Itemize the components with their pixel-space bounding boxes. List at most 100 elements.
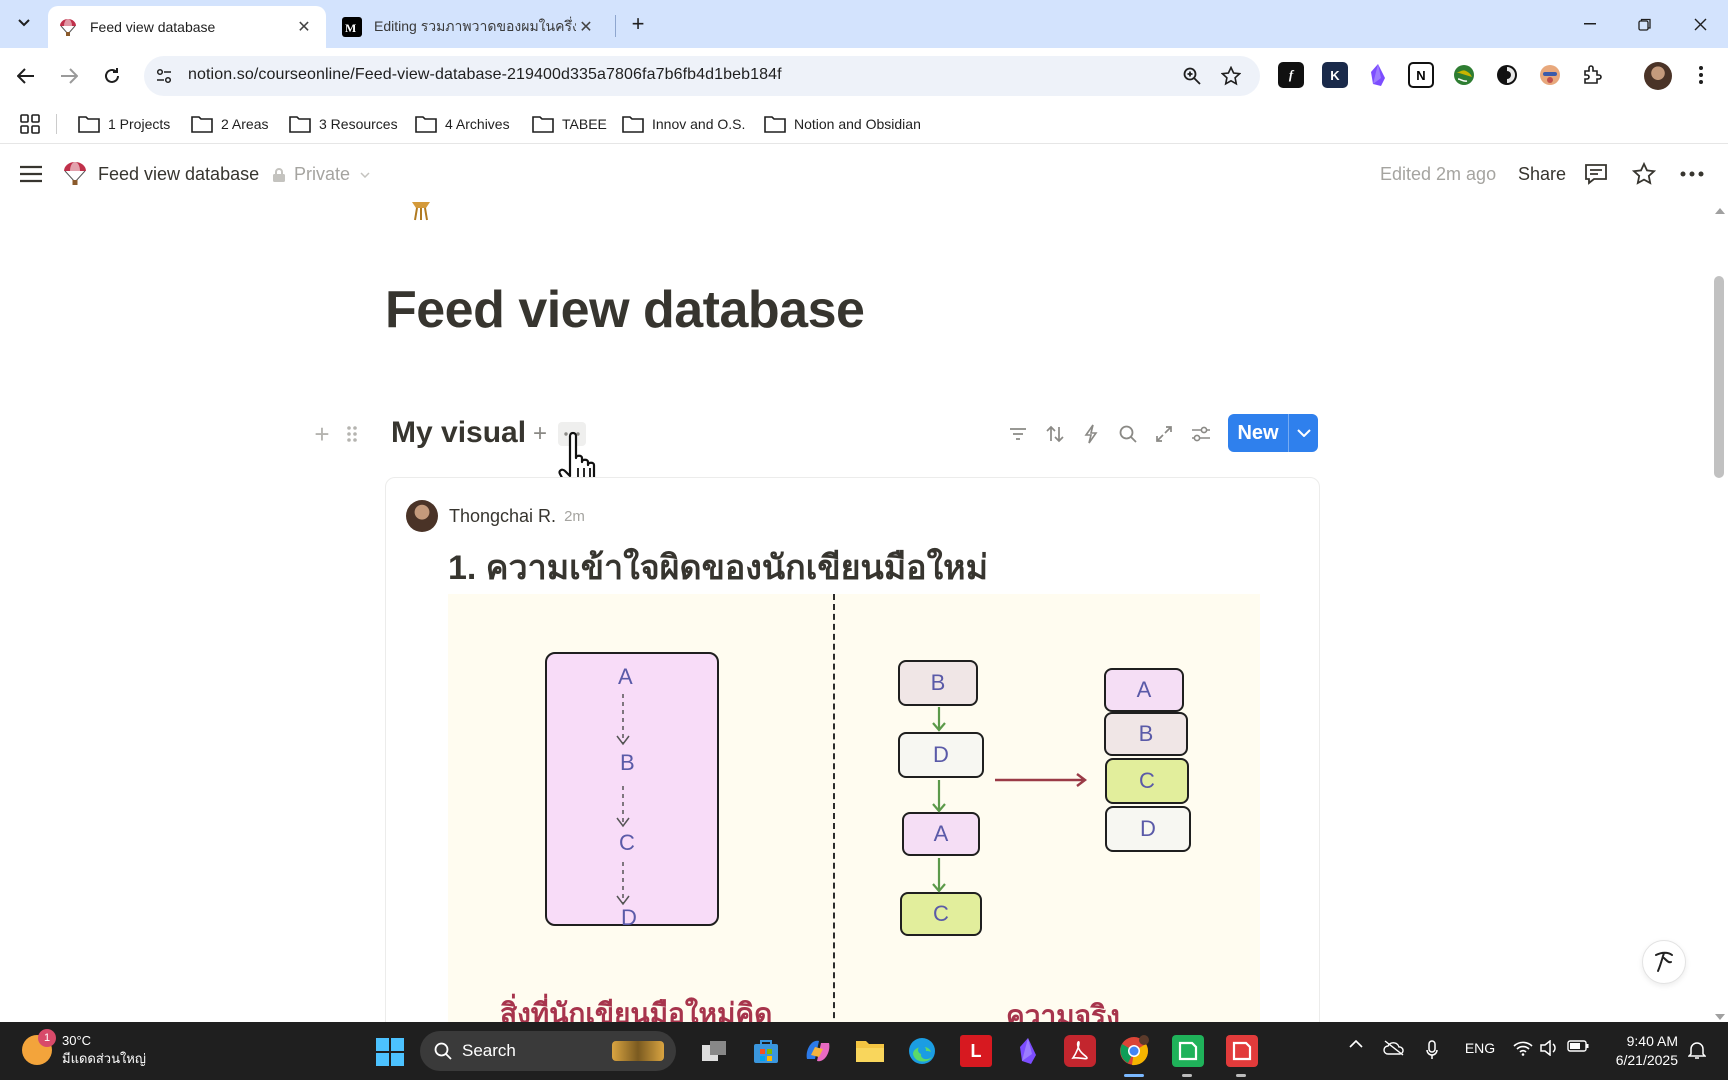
close-tab-icon[interactable]: ✕ bbox=[294, 17, 314, 37]
tab-search-chevron-icon[interactable] bbox=[10, 9, 38, 37]
bookmark-folder-notion-obsidian[interactable]: Notion and Obsidian bbox=[764, 112, 921, 136]
extension-avatar-icon[interactable] bbox=[1537, 62, 1563, 88]
share-button[interactable]: Share bbox=[1518, 164, 1566, 185]
weather-description: มีแดดส่วนใหญ่ bbox=[62, 1051, 146, 1066]
close-tab-icon[interactable]: ✕ bbox=[576, 17, 596, 37]
post-author: Thongchai R. 2m bbox=[406, 500, 585, 532]
microphone-icon[interactable] bbox=[1422, 1040, 1442, 1060]
extension-globe-icon[interactable] bbox=[1451, 62, 1477, 88]
add-view-plus-icon[interactable]: + bbox=[528, 420, 552, 447]
wifi-icon[interactable] bbox=[1512, 1040, 1534, 1056]
copilot-icon[interactable] bbox=[802, 1035, 834, 1067]
folder-icon bbox=[764, 116, 786, 133]
extension-obsidian-icon[interactable] bbox=[1365, 62, 1391, 88]
new-button-label: New bbox=[1237, 421, 1279, 444]
restore-icon[interactable] bbox=[1617, 0, 1671, 48]
chevron-down-icon[interactable] bbox=[1289, 429, 1318, 437]
file-explorer-icon[interactable] bbox=[854, 1035, 886, 1067]
tray-overflow-chevron-icon[interactable] bbox=[1346, 1040, 1366, 1048]
bookmark-folder-3-resources[interactable]: 3 Resources bbox=[289, 112, 398, 136]
bookmark-folder-4-archives[interactable]: 4 Archives bbox=[415, 112, 510, 136]
page-emoji-partial-icon[interactable] bbox=[410, 200, 432, 222]
volume-icon[interactable] bbox=[1538, 1040, 1560, 1056]
bookmark-folder-tabee[interactable]: TABEE bbox=[532, 112, 607, 136]
site-settings-icon[interactable] bbox=[154, 66, 174, 86]
extension-dark-circle-icon[interactable] bbox=[1494, 62, 1520, 88]
tab-editing-medium[interactable]: M Editing รวมภาพวาดของผมในครึ่งปีแรก ✕ bbox=[330, 6, 608, 48]
pdf-reader-icon[interactable] bbox=[1064, 1035, 1096, 1067]
page-scrollbar-thumb[interactable] bbox=[1714, 276, 1724, 478]
sort-icon[interactable] bbox=[1043, 422, 1067, 446]
breadcrumb-page-title[interactable]: Feed view database bbox=[98, 164, 259, 185]
author-name[interactable]: Thongchai R. bbox=[449, 506, 556, 527]
database-title[interactable]: My visual bbox=[391, 416, 526, 450]
windows-start-icon[interactable] bbox=[376, 1038, 404, 1066]
view-more-options-icon[interactable] bbox=[558, 422, 586, 446]
address-bar[interactable]: notion.so/courseonline/Feed-view-databas… bbox=[144, 56, 1260, 96]
extension-fx-icon[interactable]: f bbox=[1278, 62, 1304, 88]
bookmark-folder-1-projects[interactable]: 1 Projects bbox=[78, 112, 170, 136]
post-image-diagram[interactable]: A B C D B D A C A B C D สิ่งที่นักเขียนม… bbox=[448, 594, 1260, 1036]
search-icon[interactable] bbox=[1116, 422, 1140, 446]
notion-ai-assistant-icon[interactable] bbox=[1642, 940, 1686, 984]
new-tab-plus-icon[interactable]: + bbox=[624, 10, 652, 38]
favorite-star-icon[interactable] bbox=[1630, 160, 1658, 188]
feed-post-card[interactable]: Thongchai R. 2m 1. ความเข้าใจผิดของนักเข… bbox=[385, 477, 1320, 1037]
minimize-icon[interactable] bbox=[1563, 0, 1617, 48]
view-settings-sliders-icon[interactable] bbox=[1189, 422, 1213, 446]
page-title[interactable]: Feed view database bbox=[385, 280, 865, 340]
edge-browser-icon[interactable] bbox=[906, 1035, 938, 1067]
system-clock[interactable]: 9:40 AM 6/21/2025 bbox=[1598, 1032, 1678, 1070]
medium-icon: M bbox=[342, 17, 362, 37]
browser-menu-kebab-icon[interactable] bbox=[1688, 62, 1714, 88]
task-view-icon[interactable] bbox=[698, 1035, 730, 1067]
tab-feed-view-database[interactable]: Feed view database ✕ bbox=[48, 6, 326, 48]
filter-icon[interactable] bbox=[1006, 422, 1030, 446]
extension-notion-icon[interactable]: N bbox=[1408, 62, 1434, 88]
sidebar-menu-icon[interactable] bbox=[18, 162, 44, 186]
notifications-bell-icon[interactable] bbox=[1684, 1040, 1710, 1060]
more-options-icon[interactable] bbox=[1678, 160, 1706, 188]
expand-fullscreen-icon[interactable] bbox=[1152, 422, 1176, 446]
forward-arrow-icon[interactable] bbox=[55, 62, 83, 90]
profile-avatar[interactable] bbox=[1644, 62, 1672, 90]
post-title[interactable]: 1. ความเข้าใจผิดของนักเขียนมือใหม่ bbox=[448, 540, 988, 594]
drag-handle-icon[interactable] bbox=[340, 422, 364, 446]
privacy-dropdown[interactable]: Private bbox=[272, 164, 370, 185]
reload-icon[interactable] bbox=[98, 62, 126, 90]
zoom-magnifier-icon[interactable] bbox=[1180, 64, 1204, 88]
apps-grid-icon[interactable] bbox=[20, 112, 48, 136]
clock-date: 6/21/2025 bbox=[1615, 1052, 1678, 1068]
taskbar-search-box[interactable]: Search bbox=[420, 1031, 676, 1071]
folder-icon bbox=[622, 116, 644, 133]
battery-icon[interactable] bbox=[1566, 1040, 1590, 1052]
bookmark-label: Notion and Obsidian bbox=[794, 116, 921, 132]
folder-icon bbox=[415, 116, 437, 133]
extension-k-icon[interactable]: K bbox=[1322, 62, 1348, 88]
tab-title: Feed view database bbox=[90, 19, 216, 35]
parachute-page-icon[interactable] bbox=[62, 160, 88, 186]
onedrive-offline-icon[interactable] bbox=[1382, 1040, 1406, 1056]
bookmark-folder-innov[interactable]: Innov and O.S. bbox=[622, 112, 745, 136]
back-arrow-icon[interactable] bbox=[12, 62, 40, 90]
language-indicator[interactable]: ENG bbox=[1460, 1040, 1500, 1056]
comments-icon[interactable] bbox=[1582, 160, 1610, 188]
clock-time: 9:40 AM bbox=[1626, 1033, 1678, 1049]
avatar[interactable] bbox=[406, 500, 438, 532]
microsoft-store-icon[interactable] bbox=[750, 1035, 782, 1067]
bookmark-folder-2-areas[interactable]: 2 Areas bbox=[191, 112, 268, 136]
automation-lightning-icon[interactable] bbox=[1079, 422, 1103, 446]
app-l-icon[interactable]: L bbox=[960, 1035, 992, 1067]
extensions-puzzle-icon[interactable] bbox=[1580, 62, 1606, 88]
close-window-icon[interactable] bbox=[1673, 0, 1727, 48]
chrome-icon[interactable] bbox=[1118, 1035, 1150, 1067]
notion-parachute-icon bbox=[58, 17, 78, 37]
camtasia-red-icon[interactable] bbox=[1226, 1035, 1258, 1067]
obsidian-taskbar-icon[interactable] bbox=[1012, 1035, 1044, 1067]
new-entry-button[interactable]: New bbox=[1228, 414, 1318, 452]
camtasia-green-icon[interactable] bbox=[1172, 1035, 1204, 1067]
url-text: notion.so/courseonline/Feed-view-databas… bbox=[188, 66, 782, 83]
bookmark-star-icon[interactable] bbox=[1219, 64, 1243, 88]
weather-widget[interactable]: 1 30°C มีแดดส่วนใหญ่ bbox=[22, 1029, 146, 1068]
add-block-plus-icon[interactable]: + bbox=[310, 419, 334, 449]
